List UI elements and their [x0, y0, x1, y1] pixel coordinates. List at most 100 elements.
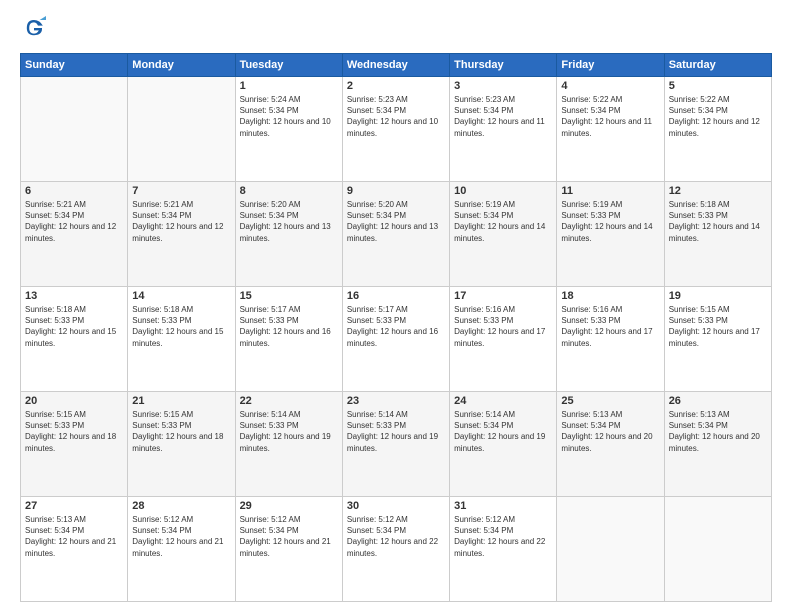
calendar-cell: 1Sunrise: 5:24 AM Sunset: 5:34 PM Daylig… [235, 77, 342, 182]
calendar-cell [557, 497, 664, 602]
calendar-cell [664, 497, 771, 602]
day-info: Sunrise: 5:20 AM Sunset: 5:34 PM Dayligh… [240, 199, 338, 244]
calendar-cell: 21 Sunrise: 5:15 AM Sunset: 5:33 PM Dayli… [128, 392, 235, 497]
day-number: 24 [454, 395, 552, 407]
calendar-cell: 28 Sunrise: 5:12 AM Sunset: 5:34 PM Dayli… [128, 497, 235, 602]
calendar-week-2: 6 Sunrise: 5:21 AM Sunset: 5:34 PM Daylig… [21, 182, 772, 287]
calendar-cell: 30 Sunrise: 5:12 AM Sunset: 5:34 PM Dayli… [342, 497, 449, 602]
day-number: 30 [347, 500, 445, 512]
calendar-cell: 13 Sunrise: 5:18 AM Sunset: 5:33 PM Dayli… [21, 287, 128, 392]
day-info: Sunrise: 5:19 AM Sunset: 5:34 PM Dayligh… [454, 199, 552, 244]
day-number: 22 [240, 395, 338, 407]
day-number: 17 [454, 290, 552, 302]
day-number: 26 [669, 395, 767, 407]
day-info: Sunrise: 5:17 AM Sunset: 5:33 PM Dayligh… [347, 304, 445, 349]
day-info: Sunrise: 5:21 AM Sunset: 5:34 PM Dayligh… [132, 199, 230, 244]
day-number: 31 [454, 500, 552, 512]
day-number: 6 [25, 185, 123, 197]
calendar-cell: 14 Sunrise: 5:18 AM Sunset: 5:33 PM Dayli… [128, 287, 235, 392]
day-number: 2 [347, 80, 445, 92]
weekday-header-thursday: Thursday [450, 54, 557, 77]
day-number: 3 [454, 80, 552, 92]
day-info: Sunrise: 5:12 AM Sunset: 5:34 PM Dayligh… [454, 514, 552, 559]
day-info: Sunrise: 5:15 AM Sunset: 5:33 PM Dayligh… [25, 409, 123, 454]
page: SundayMondayTuesdayWednesdayThursdayFrid… [0, 0, 792, 612]
calendar-cell: 22 Sunrise: 5:14 AM Sunset: 5:33 PM Dayli… [235, 392, 342, 497]
calendar-cell: 25 Sunrise: 5:13 AM Sunset: 5:34 PM Dayli… [557, 392, 664, 497]
day-number: 28 [132, 500, 230, 512]
day-number: 1 [240, 80, 338, 92]
day-info: Sunrise: 5:16 AM Sunset: 5:33 PM Dayligh… [454, 304, 552, 349]
calendar-cell: 8Sunrise: 5:20 AM Sunset: 5:34 PM Daylig… [235, 182, 342, 287]
calendar-cell: 9 Sunrise: 5:20 AM Sunset: 5:34 PM Daylig… [342, 182, 449, 287]
header [20, 16, 772, 45]
day-number: 11 [561, 185, 659, 197]
day-number: 25 [561, 395, 659, 407]
day-number: 14 [132, 290, 230, 302]
day-info: Sunrise: 5:12 AM Sunset: 5:34 PM Dayligh… [132, 514, 230, 559]
calendar-cell: 11 Sunrise: 5:19 AM Sunset: 5:33 PM Dayli… [557, 182, 664, 287]
calendar-cell: 17 Sunrise: 5:16 AM Sunset: 5:33 PM Dayli… [450, 287, 557, 392]
day-number: 5 [669, 80, 767, 92]
day-info: Sunrise: 5:22 AM Sunset: 5:34 PM Dayligh… [561, 94, 659, 139]
day-info: Sunrise: 5:20 AM Sunset: 5:34 PM Dayligh… [347, 199, 445, 244]
day-number: 18 [561, 290, 659, 302]
calendar-cell: 29 Sunrise: 5:12 AM Sunset: 5:34 PM Dayli… [235, 497, 342, 602]
calendar-cell: 15Sunrise: 5:17 AM Sunset: 5:33 PM Dayli… [235, 287, 342, 392]
day-info: Sunrise: 5:12 AM Sunset: 5:34 PM Dayligh… [347, 514, 445, 559]
calendar-week-3: 13 Sunrise: 5:18 AM Sunset: 5:33 PM Dayli… [21, 287, 772, 392]
calendar-cell: 12 Sunrise: 5:18 AM Sunset: 5:33 PM Dayli… [664, 182, 771, 287]
day-info: Sunrise: 5:13 AM Sunset: 5:34 PM Dayligh… [25, 514, 123, 559]
day-info: Sunrise: 5:18 AM Sunset: 5:33 PM Dayligh… [669, 199, 767, 244]
day-number: 7 [132, 185, 230, 197]
day-number: 10 [454, 185, 552, 197]
calendar-cell: 24 Sunrise: 5:14 AM Sunset: 5:34 PM Dayli… [450, 392, 557, 497]
weekday-header-tuesday: Tuesday [235, 54, 342, 77]
day-info: Sunrise: 5:23 AM Sunset: 5:34 PM Dayligh… [454, 94, 552, 139]
day-number: 9 [347, 185, 445, 197]
day-number: 21 [132, 395, 230, 407]
day-number: 12 [669, 185, 767, 197]
day-info: Sunrise: 5:23 AM Sunset: 5:34 PM Dayligh… [347, 94, 445, 139]
calendar-cell: 5Sunrise: 5:22 AM Sunset: 5:34 PM Daylig… [664, 77, 771, 182]
day-info: Sunrise: 5:13 AM Sunset: 5:34 PM Dayligh… [669, 409, 767, 454]
calendar-cell: 6Sunrise: 5:21 AM Sunset: 5:34 PM Daylig… [21, 182, 128, 287]
calendar-cell: 3 Sunrise: 5:23 AM Sunset: 5:34 PM Daylig… [450, 77, 557, 182]
day-number: 16 [347, 290, 445, 302]
weekday-header-monday: Monday [128, 54, 235, 77]
logo [20, 16, 48, 45]
calendar-cell [128, 77, 235, 182]
calendar-cell [21, 77, 128, 182]
day-number: 23 [347, 395, 445, 407]
day-number: 29 [240, 500, 338, 512]
day-info: Sunrise: 5:15 AM Sunset: 5:33 PM Dayligh… [132, 409, 230, 454]
weekday-header-wednesday: Wednesday [342, 54, 449, 77]
day-info: Sunrise: 5:19 AM Sunset: 5:33 PM Dayligh… [561, 199, 659, 244]
calendar-body: 1Sunrise: 5:24 AM Sunset: 5:34 PM Daylig… [21, 77, 772, 602]
day-info: Sunrise: 5:14 AM Sunset: 5:33 PM Dayligh… [240, 409, 338, 454]
day-info: Sunrise: 5:14 AM Sunset: 5:34 PM Dayligh… [454, 409, 552, 454]
day-number: 15 [240, 290, 338, 302]
day-info: Sunrise: 5:18 AM Sunset: 5:33 PM Dayligh… [25, 304, 123, 349]
calendar-cell: 27 Sunrise: 5:13 AM Sunset: 5:34 PM Dayli… [21, 497, 128, 602]
day-number: 4 [561, 80, 659, 92]
day-info: Sunrise: 5:13 AM Sunset: 5:34 PM Dayligh… [561, 409, 659, 454]
day-info: Sunrise: 5:18 AM Sunset: 5:33 PM Dayligh… [132, 304, 230, 349]
calendar-week-4: 20Sunrise: 5:15 AM Sunset: 5:33 PM Dayli… [21, 392, 772, 497]
day-number: 27 [25, 500, 123, 512]
calendar-cell: 2 Sunrise: 5:23 AM Sunset: 5:34 PM Daylig… [342, 77, 449, 182]
calendar-week-1: 1Sunrise: 5:24 AM Sunset: 5:34 PM Daylig… [21, 77, 772, 182]
day-number: 13 [25, 290, 123, 302]
calendar-cell: 23Sunrise: 5:14 AM Sunset: 5:33 PM Dayli… [342, 392, 449, 497]
calendar-cell: 31 Sunrise: 5:12 AM Sunset: 5:34 PM Dayli… [450, 497, 557, 602]
calendar-cell: 26 Sunrise: 5:13 AM Sunset: 5:34 PM Dayli… [664, 392, 771, 497]
day-info: Sunrise: 5:12 AM Sunset: 5:34 PM Dayligh… [240, 514, 338, 559]
day-number: 19 [669, 290, 767, 302]
calendar-cell: 10 Sunrise: 5:19 AM Sunset: 5:34 PM Dayli… [450, 182, 557, 287]
weekday-header-sunday: Sunday [21, 54, 128, 77]
calendar-table: SundayMondayTuesdayWednesdayThursdayFrid… [20, 53, 772, 602]
weekday-header-row: SundayMondayTuesdayWednesdayThursdayFrid… [21, 54, 772, 77]
calendar-cell: 4 Sunrise: 5:22 AM Sunset: 5:34 PM Daylig… [557, 77, 664, 182]
day-info: Sunrise: 5:15 AM Sunset: 5:33 PM Dayligh… [669, 304, 767, 349]
calendar-cell: 19 Sunrise: 5:15 AM Sunset: 5:33 PM Dayli… [664, 287, 771, 392]
